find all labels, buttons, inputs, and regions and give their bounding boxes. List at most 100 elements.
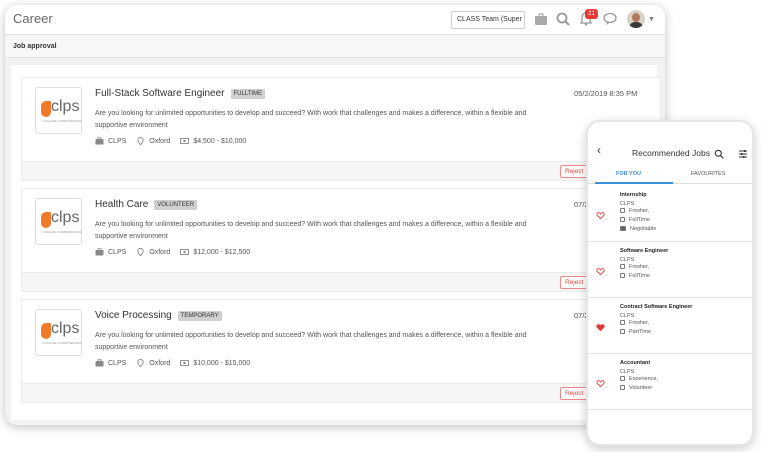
job-card[interactable]: clps LOCALIZE COMPETENCIES Voice Processi… <box>21 299 662 403</box>
phone-title: Recommended Jobs <box>632 148 710 158</box>
job-company: CLPS <box>108 248 127 256</box>
job-actions: Reject A <box>22 383 662 402</box>
notification-badge: 21 <box>585 9 598 19</box>
heart-outline-icon[interactable] <box>596 375 605 388</box>
recommended-job-level: Fresher, <box>620 264 649 270</box>
money-icon <box>180 248 190 256</box>
job-title[interactable]: Health Care VOLUNTEER <box>95 199 198 210</box>
calendar-icon <box>620 376 625 381</box>
job-salary: $4,500 - $10,000 <box>193 137 247 145</box>
recommended-job-level: Experience, <box>620 376 658 382</box>
recommended-job-type: PartTime <box>620 329 651 335</box>
location-pin-icon <box>136 359 145 368</box>
document-icon <box>620 329 625 334</box>
avatar[interactable] <box>627 10 645 28</box>
calendar-icon <box>620 208 625 213</box>
job-title[interactable]: Voice Processing TEMPORARY <box>95 310 222 321</box>
search-icon[interactable] <box>555 11 571 27</box>
list-item[interactable]: Accountant CLPS Experience, Volunteer <box>588 354 752 410</box>
job-list: clps LOCALIZE COMPETENCIES Full-Stack Sof… <box>11 65 662 420</box>
document-icon <box>620 273 625 278</box>
job-type-badge: FULLTIME <box>230 89 266 99</box>
money-icon <box>180 137 190 145</box>
page-title: Job approval <box>13 43 57 50</box>
desktop-window: Career CLASS Team (Super▼ 21 ▼ Job appro… <box>5 5 665 425</box>
tab-favourites[interactable]: FAVOURITES <box>691 171 725 177</box>
tab-for-you[interactable]: FOR YOU <box>616 171 641 177</box>
briefcase-icon <box>95 359 104 367</box>
job-actions: Reject A <box>22 272 662 291</box>
phone-tabs: FOR YOU FAVOURITES <box>588 166 752 184</box>
chevron-down-icon: ▼ <box>523 17 524 23</box>
job-description: Are you looking for unlimited opportunit… <box>95 332 527 351</box>
company-logo: clps LOCALIZE COMPETENCIES <box>35 198 82 245</box>
job-card[interactable]: clps LOCALIZE COMPETENCIES Health Care VOL… <box>21 188 662 292</box>
recommended-job-title: Contract Software Engineer <box>620 304 693 310</box>
list-item[interactable]: Software Engineer CLPS Fresher, FullTime <box>588 242 752 298</box>
job-location: Oxford <box>149 248 171 256</box>
recommended-job-company: CLPS <box>620 313 635 319</box>
reject-button[interactable]: Reject <box>560 387 589 400</box>
job-date: 05/2/2019 8:35 PM <box>574 89 638 98</box>
job-type-badge: VOLUNTEER <box>154 200 198 210</box>
recommended-job-type: FullTime <box>620 217 650 223</box>
document-icon <box>620 217 625 222</box>
job-company: CLPS <box>108 137 127 145</box>
recommended-job-company: CLPS <box>620 257 635 263</box>
briefcase-icon <box>95 137 104 145</box>
job-location: Oxford <box>149 137 171 145</box>
company-logo: clps LOCALIZE COMPETENCIES <box>35 309 82 356</box>
job-company: CLPS <box>108 359 127 367</box>
job-salary: $12,000 - $12,500 <box>193 248 251 256</box>
job-description: Are you looking for unlimited opportunit… <box>95 221 527 240</box>
briefcase-icon <box>95 248 104 256</box>
reject-button[interactable]: Reject <box>560 276 589 289</box>
active-tab-indicator <box>595 182 673 184</box>
calendar-icon <box>620 320 625 325</box>
back-arrow-icon[interactable]: ‹ <box>597 143 601 157</box>
job-meta: CLPS Oxford $12,000 - $12,500 <box>95 248 260 257</box>
recommended-job-type: Volunteer <box>620 385 652 391</box>
heart-outline-icon[interactable] <box>596 207 605 220</box>
recommended-job-company: CLPS <box>620 201 635 207</box>
chat-icon[interactable] <box>602 11 618 27</box>
phone-header: ‹ Recommended Jobs <box>588 140 752 162</box>
calendar-icon <box>620 264 625 269</box>
recommended-job-salary: Negotiable <box>620 226 656 232</box>
document-icon <box>620 385 625 390</box>
company-logo: clps LOCALIZE COMPETENCIES <box>35 87 82 134</box>
job-salary: $10,000 - $15,000 <box>193 359 251 367</box>
top-bar: Career CLASS Team (Super▼ 21 ▼ <box>5 5 665 35</box>
reject-button[interactable]: Reject <box>560 165 589 178</box>
recommended-job-level: Fresher, <box>620 208 649 214</box>
job-card[interactable]: clps LOCALIZE COMPETENCIES Full-Stack Sof… <box>21 77 662 181</box>
team-select-label: CLASS Team (Super <box>457 16 522 23</box>
recommended-job-title: Internship <box>620 192 647 198</box>
heart-filled-icon[interactable] <box>596 319 605 332</box>
team-select[interactable]: CLASS Team (Super▼ <box>451 11 525 29</box>
job-meta: CLPS Oxford $10,000 - $15,000 <box>95 359 260 368</box>
recommended-job-level: Fresher, <box>620 320 649 326</box>
job-actions: Reject A <box>22 161 662 180</box>
list-item[interactable]: Internship CLPS Fresher, FullTime Negoti… <box>588 186 752 242</box>
job-title[interactable]: Full-Stack Software Engineer FULLTIME <box>95 88 266 99</box>
recommended-job-title: Accountant <box>620 360 651 366</box>
job-meta: CLPS Oxford $4,500 - $10,000 <box>95 137 256 146</box>
briefcase-icon[interactable] <box>533 11 549 27</box>
search-icon[interactable] <box>714 146 724 159</box>
phone-mockup: ‹ Recommended Jobs FOR YOU FAVOURITES In… <box>586 120 754 446</box>
money-icon <box>620 226 626 231</box>
app-title: Career <box>13 11 53 26</box>
job-location: Oxford <box>149 359 171 367</box>
list-item[interactable]: Contract Software Engineer CLPS Fresher,… <box>588 298 752 354</box>
money-icon <box>180 359 190 367</box>
recommended-job-title: Software Engineer <box>620 248 669 254</box>
recommended-job-type: FullTime <box>620 273 650 279</box>
heart-outline-icon[interactable] <box>596 263 605 276</box>
filter-icon[interactable] <box>738 146 748 158</box>
location-pin-icon <box>136 137 145 146</box>
sub-header: Job approval <box>5 36 665 58</box>
location-pin-icon <box>136 248 145 257</box>
chevron-down-icon[interactable]: ▼ <box>648 16 655 23</box>
job-type-badge: TEMPORARY <box>177 311 222 321</box>
